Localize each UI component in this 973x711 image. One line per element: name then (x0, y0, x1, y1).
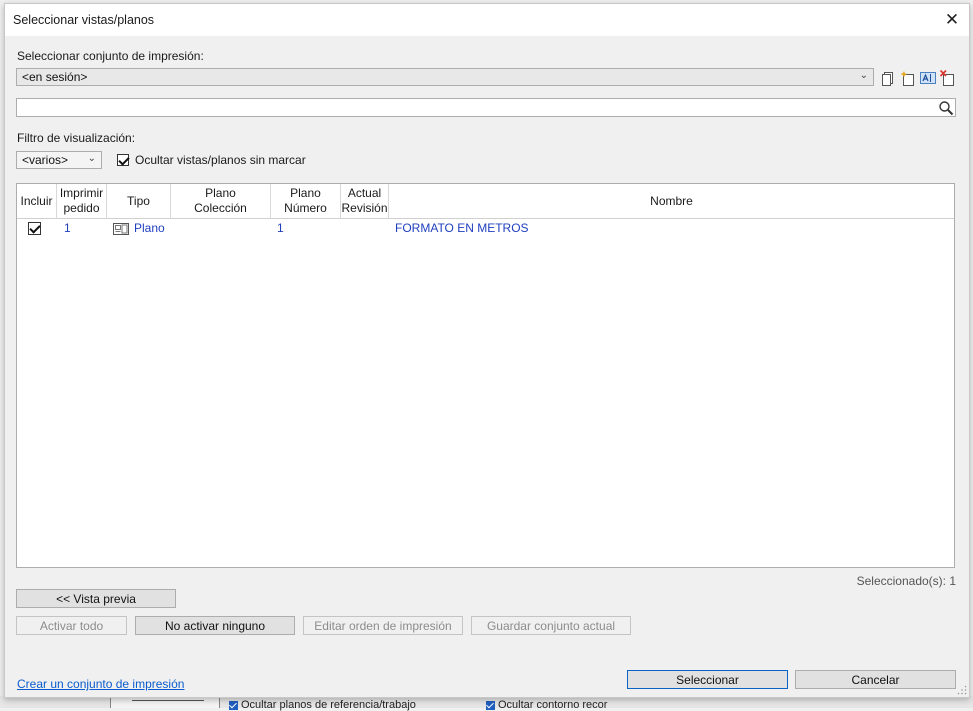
chevron-down-icon: ⌄ (859, 70, 868, 81)
dialog-title: Seleccionar vistas/planos (13, 13, 155, 27)
search-icon[interactable] (938, 100, 954, 116)
column-header-label: Nombre (650, 193, 693, 208)
background-check-crop: Ocultar contorno recor (486, 699, 607, 711)
dialog-titlebar[interactable]: Seleccionar vistas/planos ✕ (5, 4, 969, 36)
column-header-label: Incluir (20, 193, 53, 208)
column-header-label: pedido (63, 201, 100, 215)
resize-grip-icon[interactable] (957, 685, 967, 695)
background-check-label: Ocultar contorno recor (498, 699, 608, 711)
column-header-number[interactable]: Plano Número (271, 184, 341, 218)
filter-selected: <varios> (22, 153, 69, 167)
type-cell: Plano (134, 221, 165, 235)
duplicate-icon[interactable] (880, 70, 896, 86)
order-cell: 1 (64, 221, 71, 235)
filter-label: Filtro de visualización: (17, 131, 136, 145)
delete-set-icon[interactable] (940, 70, 956, 86)
column-header-type[interactable]: Tipo (107, 184, 171, 218)
hide-unchecked-checkbox[interactable] (117, 154, 129, 166)
close-button[interactable]: ✕ (935, 4, 969, 36)
column-header-label: Tipo (127, 193, 150, 208)
print-set-selected: <en sesión> (22, 70, 88, 84)
include-checkbox[interactable] (28, 222, 41, 235)
views-table: Incluir Imprimir pedido Tipo Plano Colec… (16, 183, 955, 568)
print-set-dropdown[interactable]: <en sesión> ⌄ (16, 68, 874, 86)
check-none-button[interactable]: No activar ninguno (135, 616, 295, 635)
column-header-label: Plano (205, 186, 236, 200)
number-cell: 1 (277, 221, 284, 235)
column-header-order[interactable]: Imprimir pedido (57, 184, 107, 218)
select-button[interactable]: Seleccionar (627, 670, 788, 689)
column-header-label: Imprimir (59, 186, 104, 200)
column-header-label: Colección (194, 201, 247, 215)
save-set-button[interactable]: Guardar conjunto actual (471, 616, 631, 635)
create-print-set-link[interactable]: Crear un conjunto de impresión (17, 677, 184, 691)
column-header-label: Revisión (341, 201, 388, 215)
sheet-icon (113, 223, 129, 235)
cancel-button[interactable]: Cancelar (795, 670, 956, 689)
close-icon: ✕ (944, 10, 960, 29)
edit-order-button[interactable]: Editar orden de impresión (303, 616, 463, 635)
background-check-ref-planes: Ocultar planos de referencia/trabajo (229, 699, 416, 711)
search-field[interactable] (17, 99, 943, 116)
column-header-label: Actual (347, 186, 382, 200)
search-input[interactable] (16, 98, 956, 117)
table-header: Incluir Imprimir pedido Tipo Plano Colec… (17, 184, 954, 219)
background-check-label: Ocultar planos de referencia/trabajo (241, 699, 416, 711)
chevron-down-icon: ⌄ (87, 153, 96, 164)
hide-unchecked-label: Ocultar vistas/planos sin marcar (135, 153, 306, 167)
name-cell: FORMATO EN METROS (395, 221, 529, 235)
column-header-label: Plano (290, 186, 321, 200)
column-header-collection[interactable]: Plano Colección (171, 184, 271, 218)
column-header-include[interactable]: Incluir (17, 184, 57, 218)
print-set-label: Seleccionar conjunto de impresión: (17, 49, 204, 63)
table-row[interactable]: 1 Plano 1 FORMATO EN METROS (17, 218, 954, 239)
column-header-label: Número (284, 201, 327, 215)
checkbox-icon (229, 700, 238, 710)
preview-button[interactable]: << Vista previa (16, 589, 176, 608)
select-views-dialog: Seleccionar vistas/planos ✕ Seleccionar … (4, 3, 970, 698)
selected-count: Seleccionado(s): 1 (856, 574, 956, 588)
rename-icon[interactable] (920, 70, 936, 86)
column-header-revision[interactable]: Actual Revisión (341, 184, 389, 218)
check-all-button[interactable]: Activar todo (16, 616, 127, 635)
checkbox-icon (486, 700, 495, 710)
dialog-content: Seleccionar conjunto de impresión: <en s… (5, 36, 969, 697)
new-set-icon[interactable] (900, 70, 916, 86)
filter-dropdown[interactable]: <varios> ⌄ (16, 151, 102, 169)
column-header-name[interactable]: Nombre (389, 184, 954, 218)
